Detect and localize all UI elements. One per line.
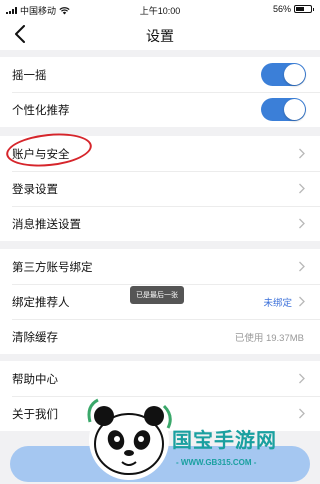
status-bar: 中国移动 上午10:00 56%: [0, 0, 320, 18]
chevron-right-icon: [299, 373, 305, 384]
setting-label: 消息推送设置: [12, 218, 81, 231]
setting-row-clear-cache[interactable]: 清除缓存 已使用 19.37MB: [0, 319, 320, 354]
chevron-right-icon: [299, 148, 305, 159]
setting-label: 个性化推荐: [12, 104, 70, 117]
setting-label: 绑定推荐人: [12, 296, 70, 309]
setting-label: 登录设置: [12, 183, 58, 196]
setting-row-login[interactable]: 登录设置: [0, 171, 320, 206]
toggle-knob: [284, 99, 305, 120]
watermark-text: 国宝手游网: [172, 430, 277, 452]
referrer-status: 未绑定: [263, 298, 292, 309]
settings-group-preferences: 摇一摇 个性化推荐: [0, 57, 320, 127]
setting-label: 帮助中心: [12, 373, 58, 386]
shake-toggle[interactable]: [261, 63, 306, 86]
setting-row-personalized-recommend: 个性化推荐: [0, 92, 320, 127]
watermark: 国宝手游网 - WWW.GB315.COM -: [84, 386, 320, 484]
page-title: 设置: [146, 28, 174, 44]
battery-percent: 56%: [272, 4, 291, 14]
panda-logo-icon: [87, 398, 172, 480]
chevron-right-icon: [299, 183, 305, 194]
toggle-knob: [284, 64, 305, 85]
setting-row-third-party-binding[interactable]: 第三方账号绑定: [0, 249, 320, 284]
toast-message: 已是最后一张: [130, 286, 184, 304]
cache-size: 已使用 19.37MB: [234, 333, 304, 344]
nav-bar: 设置: [0, 18, 320, 50]
setting-row-push-notifications[interactable]: 消息推送设置: [0, 206, 320, 241]
status-right: 56%: [272, 4, 314, 14]
personalized-recommend-toggle[interactable]: [261, 98, 306, 121]
chevron-right-icon: [299, 296, 305, 307]
setting-label: 第三方账号绑定: [12, 261, 93, 274]
setting-row-shake: 摇一摇: [0, 57, 320, 92]
chevron-right-icon: [299, 218, 305, 229]
chevron-right-icon: [299, 261, 305, 272]
setting-label: 关于我们: [12, 408, 58, 421]
setting-label: 清除缓存: [12, 331, 58, 344]
watermark-url: - WWW.GB315.COM -: [176, 458, 257, 467]
setting-label: 摇一摇: [12, 69, 47, 82]
battery-icon: [294, 5, 314, 13]
battery-fill: [296, 7, 304, 11]
